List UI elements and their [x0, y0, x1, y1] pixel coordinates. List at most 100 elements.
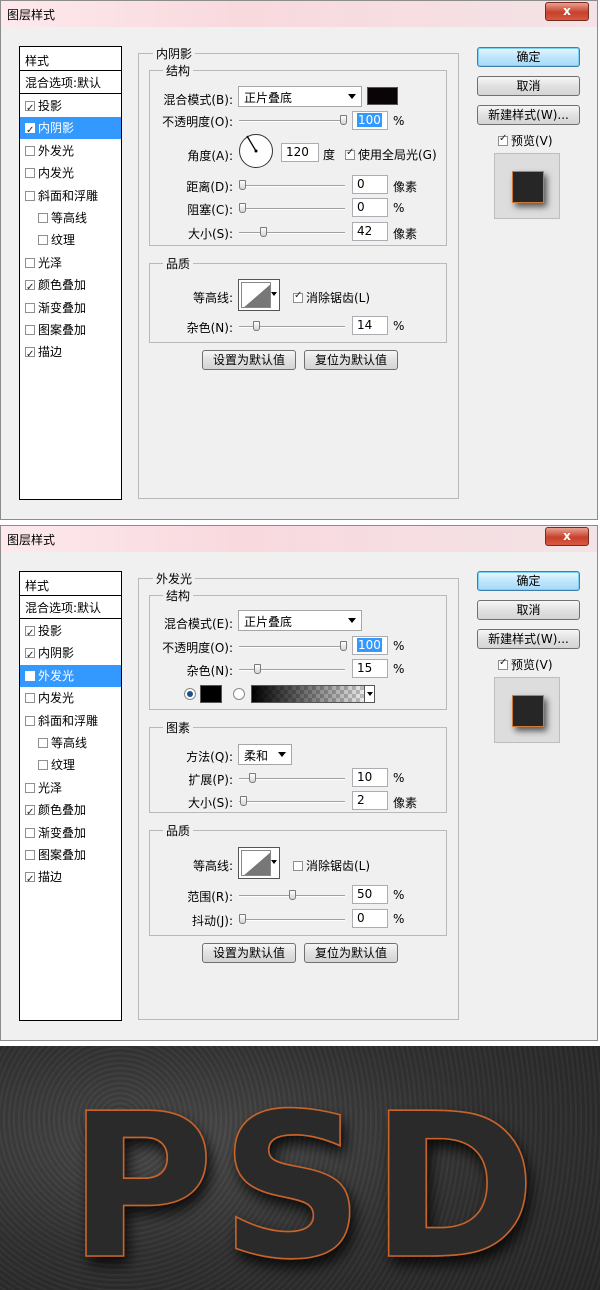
opacity-slider[interactable] — [239, 641, 347, 651]
blend-mode-select[interactable]: 正片叠底 — [238, 86, 362, 107]
opacity-input[interactable]: 100 — [352, 636, 388, 655]
spread-input[interactable]: 10 — [352, 768, 388, 787]
size-input[interactable]: 42 — [352, 222, 388, 241]
jitter-slider-thumb[interactable] — [239, 914, 246, 924]
opacity-slider-thumb[interactable] — [340, 641, 347, 651]
anti-alias-checkbox[interactable]: 消除锯齿(L) — [293, 289, 370, 306]
checkbox-icon[interactable] — [25, 670, 35, 681]
range-slider[interactable] — [239, 890, 345, 900]
noise-slider[interactable] — [239, 321, 345, 331]
checkbox-icon[interactable] — [25, 145, 35, 156]
checkbox-icon[interactable] — [25, 715, 35, 726]
checkbox-icon[interactable] — [25, 850, 35, 860]
shadow-color-swatch[interactable] — [367, 87, 398, 105]
checkbox-icon[interactable] — [25, 623, 35, 645]
blend-options-item[interactable]: 混合选项:默认 — [20, 72, 121, 94]
style-list-item[interactable]: 图案叠加 — [20, 844, 121, 866]
choke-slider-thumb[interactable] — [239, 203, 246, 213]
close-button[interactable]: x — [545, 2, 589, 21]
set-default-button[interactable]: 设置为默认值 — [202, 350, 296, 370]
style-list-item[interactable]: 等高线 — [20, 207, 121, 229]
new-style-button[interactable]: 新建样式(W)... — [477, 105, 580, 125]
style-list-item[interactable]: 纹理 — [20, 754, 121, 776]
angle-input[interactable]: 120 — [281, 143, 319, 162]
preview-checkbox[interactable]: 预览(V) — [498, 656, 553, 673]
style-list-item[interactable]: 投影 — [20, 95, 121, 120]
gradient-radio[interactable] — [233, 688, 245, 700]
angle-dial[interactable] — [239, 134, 273, 168]
set-default-button[interactable]: 设置为默认值 — [202, 943, 296, 963]
checkbox-icon[interactable] — [38, 235, 48, 246]
style-list-item[interactable]: 内发光 — [20, 162, 121, 184]
style-list-item[interactable]: 斜面和浮雕 — [20, 185, 121, 207]
distance-slider[interactable] — [239, 180, 345, 190]
checkbox-icon[interactable] — [25, 693, 35, 704]
size-slider-thumb[interactable] — [240, 796, 247, 806]
style-list-item[interactable]: 光泽 — [20, 777, 121, 799]
noise-slider-thumb[interactable] — [254, 664, 261, 674]
checkbox-icon[interactable] — [25, 344, 35, 366]
style-list-item[interactable]: 等高线 — [20, 732, 121, 754]
solid-color-radio[interactable] — [184, 688, 196, 700]
style-list-item[interactable]: 光泽 — [20, 252, 121, 274]
checkbox-icon[interactable] — [25, 325, 35, 335]
style-list-item[interactable]: 颜色叠加 — [20, 799, 121, 824]
glow-gradient-picker[interactable] — [251, 685, 375, 703]
distance-slider-thumb[interactable] — [239, 180, 246, 190]
contour-picker[interactable] — [238, 847, 280, 879]
contour-picker[interactable] — [238, 279, 280, 311]
noise-slider-thumb[interactable] — [253, 321, 260, 331]
style-list-item[interactable]: 斜面和浮雕 — [20, 710, 121, 732]
checkbox-icon[interactable] — [25, 782, 35, 793]
spread-slider[interactable] — [239, 773, 345, 783]
spread-slider-thumb[interactable] — [249, 773, 256, 783]
distance-input[interactable]: 0 — [352, 175, 388, 194]
style-list-item[interactable]: 渐变叠加 — [20, 822, 121, 844]
checkbox-icon[interactable] — [25, 802, 35, 824]
size-input[interactable]: 2 — [352, 791, 388, 810]
style-list-header[interactable]: 样式 — [20, 47, 121, 71]
checkbox-icon[interactable] — [38, 760, 48, 771]
noise-slider[interactable] — [239, 664, 345, 674]
size-slider[interactable] — [239, 227, 345, 237]
opacity-input[interactable]: 100 — [352, 111, 388, 130]
close-button[interactable]: x — [545, 527, 589, 546]
style-list-item[interactable]: 外发光 — [20, 664, 121, 687]
checkbox-icon[interactable] — [25, 827, 35, 838]
style-list-item[interactable]: 渐变叠加 — [20, 297, 121, 319]
checkbox-icon[interactable] — [25, 645, 35, 667]
size-slider[interactable] — [239, 796, 345, 806]
blend-mode-select[interactable]: 正片叠底 — [238, 610, 362, 631]
opacity-slider-thumb[interactable] — [340, 115, 347, 125]
style-list-item[interactable]: 纹理 — [20, 229, 121, 251]
new-style-button[interactable]: 新建样式(W)... — [477, 629, 580, 649]
glow-color-swatch[interactable] — [200, 685, 222, 703]
checkbox-icon[interactable] — [25, 120, 35, 142]
cancel-button[interactable]: 取消 — [477, 600, 580, 620]
reset-default-button[interactable]: 复位为默认值 — [304, 943, 398, 963]
cancel-button[interactable]: 取消 — [477, 76, 580, 96]
style-list-item[interactable]: 内发光 — [20, 687, 121, 709]
checkbox-icon[interactable] — [38, 738, 48, 748]
anti-alias-checkbox[interactable]: 消除锯齿(L) — [293, 857, 370, 874]
style-list-item[interactable]: 投影 — [20, 620, 121, 645]
jitter-slider[interactable] — [239, 914, 345, 924]
style-list-item[interactable]: 内阴影 — [20, 642, 121, 667]
noise-input[interactable]: 15 — [352, 659, 388, 678]
checkbox-icon[interactable] — [25, 869, 35, 891]
checkbox-icon[interactable] — [25, 98, 35, 120]
opacity-slider[interactable] — [239, 115, 347, 125]
choke-slider[interactable] — [239, 203, 345, 213]
ok-button[interactable]: 确定 — [477, 571, 580, 591]
global-light-checkbox[interactable]: 使用全局光(G) — [345, 146, 437, 163]
style-list-item[interactable]: 外发光 — [20, 140, 121, 162]
style-list-header[interactable]: 样式 — [20, 572, 121, 596]
style-list-item[interactable]: 图案叠加 — [20, 319, 121, 341]
noise-input[interactable]: 14 — [352, 316, 388, 335]
checkbox-icon[interactable] — [25, 257, 35, 268]
technique-select[interactable]: 柔和 — [238, 744, 292, 765]
style-list-item[interactable]: 描边 — [20, 341, 121, 366]
ok-button[interactable]: 确定 — [477, 47, 580, 67]
checkbox-icon[interactable] — [25, 168, 35, 179]
checkbox-icon[interactable] — [25, 277, 35, 299]
